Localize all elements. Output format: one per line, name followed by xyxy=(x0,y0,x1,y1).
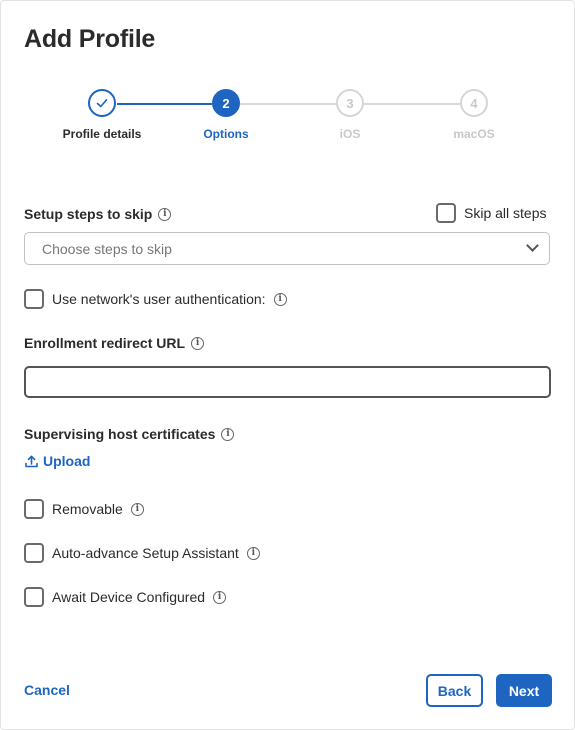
setup-steps-label-text: Setup steps to skip xyxy=(24,206,153,222)
enrollment-url-input[interactable] xyxy=(24,366,551,398)
next-button[interactable]: Next xyxy=(496,674,552,707)
upload-button[interactable]: Upload xyxy=(24,453,90,469)
removable-label: Removable xyxy=(52,501,123,517)
step-2-circle: 2 xyxy=(212,89,240,117)
auto-advance-label: Auto-advance Setup Assistant xyxy=(52,545,239,561)
info-icon[interactable]: i xyxy=(246,546,260,560)
skip-all-steps-option[interactable]: Skip all steps xyxy=(436,203,546,223)
await-configured-checkbox[interactable] xyxy=(24,587,44,607)
upload-label: Upload xyxy=(43,453,91,469)
step-4-label: macOS xyxy=(453,127,495,141)
chevron-down-icon xyxy=(526,239,539,252)
add-profile-dialog: Add Profile Profile details 2 Options 3 … xyxy=(0,0,575,730)
host-certificates-label: Supervising host certificates i xyxy=(24,426,235,442)
cancel-button[interactable]: Cancel xyxy=(24,682,70,698)
network-auth-option[interactable]: Use network's user authentication: i xyxy=(24,289,287,309)
upload-icon xyxy=(25,455,38,467)
info-icon[interactable]: i xyxy=(213,590,227,604)
setup-steps-label: Setup steps to skip i xyxy=(24,206,172,222)
await-configured-option[interactable]: Await Device Configured i xyxy=(24,587,227,607)
auto-advance-option[interactable]: Auto-advance Setup Assistant i xyxy=(24,543,260,563)
setup-steps-placeholder: Choose steps to skip xyxy=(42,241,172,257)
step-connector-1 xyxy=(117,103,212,105)
step-3-label: iOS xyxy=(339,127,361,141)
info-icon[interactable]: i xyxy=(221,427,235,441)
info-icon[interactable]: i xyxy=(191,336,205,350)
progress-stepper: Profile details 2 Options 3 iOS 4 macOS xyxy=(1,89,575,149)
step-3-circle: 3 xyxy=(336,89,364,117)
dialog-title: Add Profile xyxy=(24,25,156,53)
step-4-circle: 4 xyxy=(460,89,488,117)
setup-steps-select[interactable]: Choose steps to skip xyxy=(24,232,550,265)
step-1-label: Profile details xyxy=(62,127,142,141)
removable-checkbox[interactable] xyxy=(24,499,44,519)
await-configured-label: Await Device Configured xyxy=(52,589,206,605)
auto-advance-checkbox[interactable] xyxy=(24,543,44,563)
host-certificates-label-text: Supervising host certificates xyxy=(24,426,216,442)
step-connector-2 xyxy=(240,103,336,105)
info-icon[interactable]: i xyxy=(130,502,144,516)
skip-all-steps-label: Skip all steps xyxy=(464,205,547,221)
network-auth-checkbox[interactable] xyxy=(24,289,44,309)
enrollment-url-label-text: Enrollment redirect URL xyxy=(24,335,186,351)
step-connector-3 xyxy=(364,103,460,105)
info-icon[interactable]: i xyxy=(273,292,287,306)
step-1-check-icon xyxy=(88,89,116,117)
removable-option[interactable]: Removable i xyxy=(24,499,144,519)
skip-all-steps-checkbox[interactable] xyxy=(436,203,456,223)
step-2-label: Options xyxy=(203,127,249,141)
enrollment-url-label: Enrollment redirect URL i xyxy=(24,335,205,351)
network-auth-label: Use network's user authentication: xyxy=(52,291,266,307)
info-icon[interactable]: i xyxy=(158,207,172,221)
back-button[interactable]: Back xyxy=(426,674,483,707)
